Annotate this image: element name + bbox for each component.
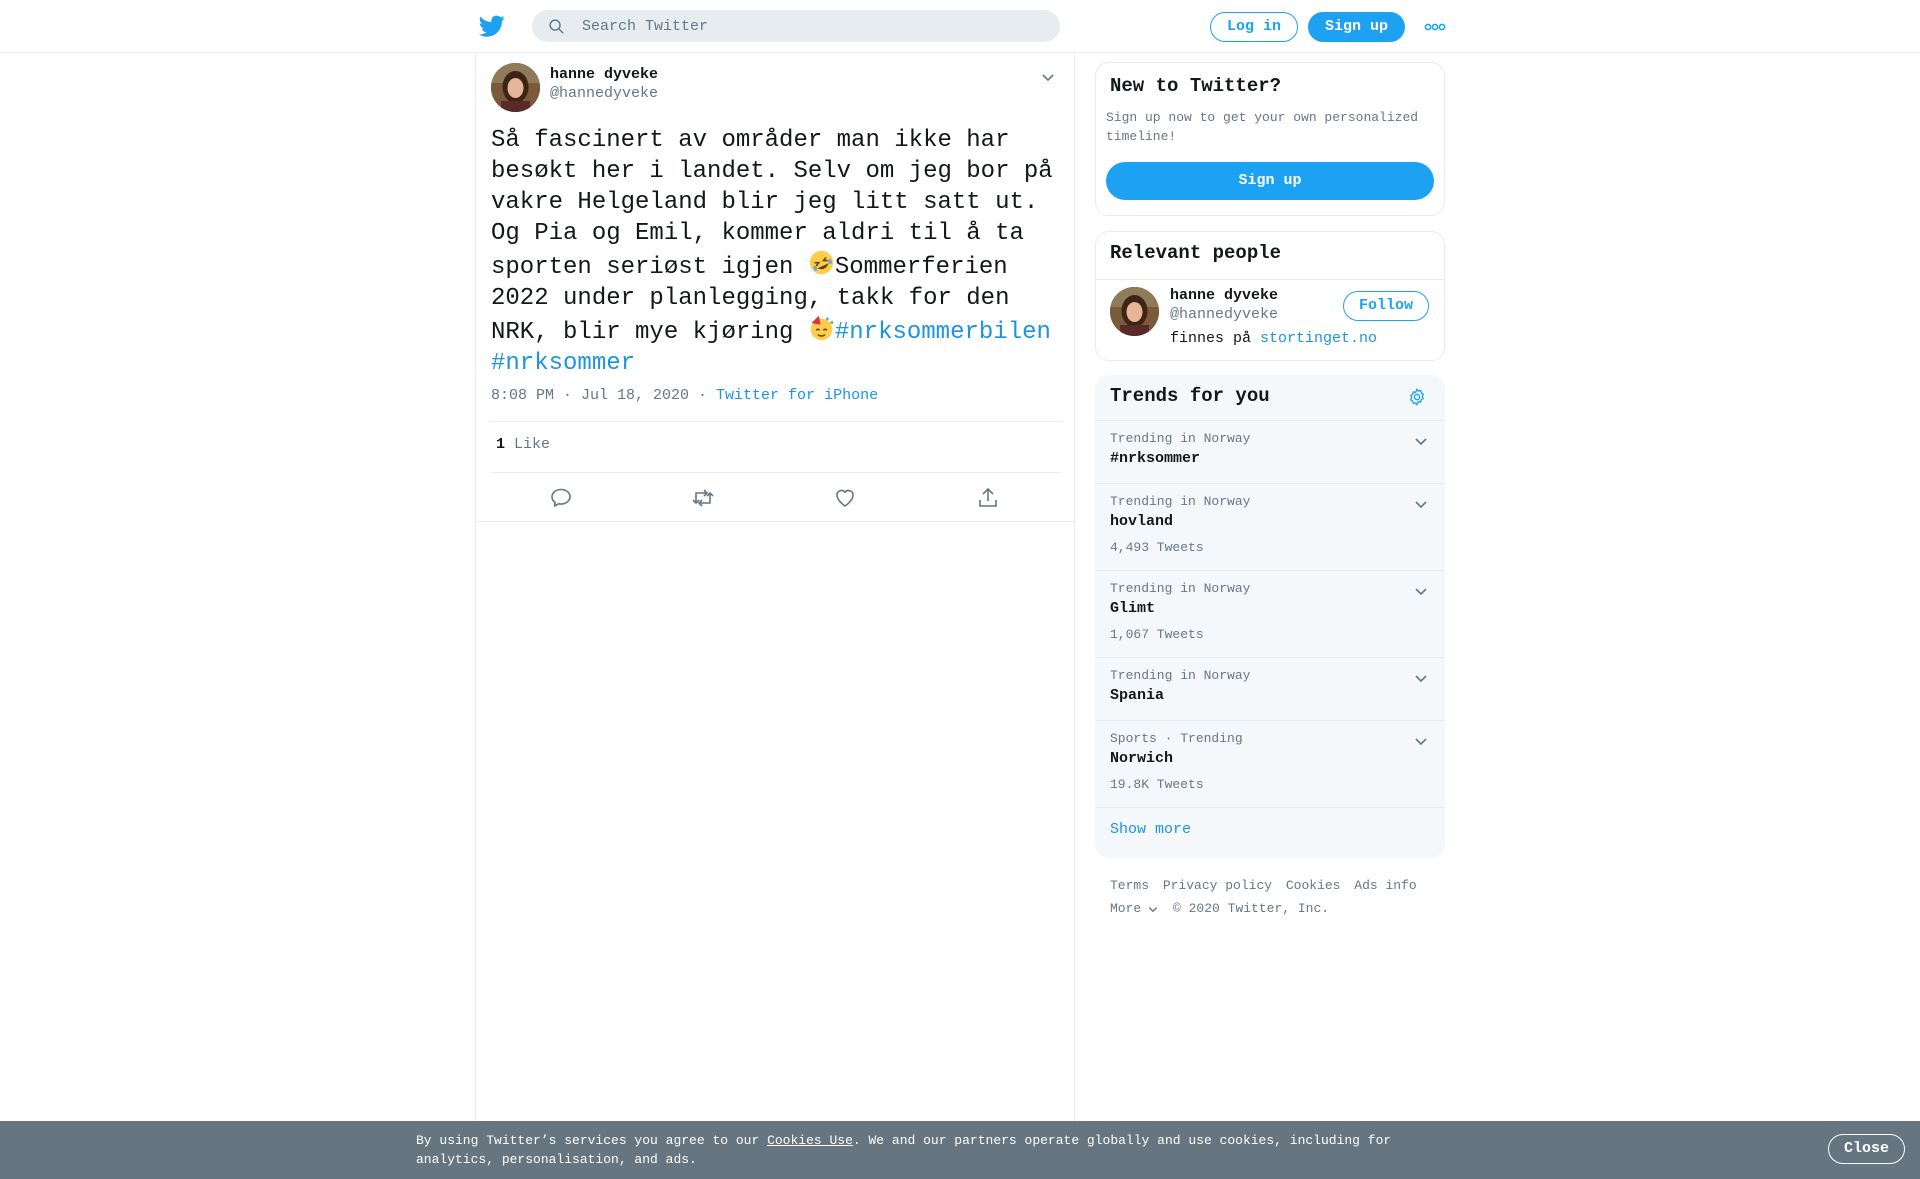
footer-terms-link[interactable]: Terms [1110, 878, 1149, 893]
trend-item[interactable]: Trending in Norway hovland 4,493 Tweets [1095, 483, 1445, 570]
follow-button[interactable]: Follow [1343, 291, 1429, 321]
trend-context: Trending in Norway [1110, 581, 1251, 596]
footer-privacy-link[interactable]: Privacy policy [1163, 878, 1272, 893]
search-icon [549, 19, 564, 34]
footer-more-menu[interactable]: More [1110, 901, 1159, 916]
chevron-down-icon [1148, 906, 1158, 912]
relevant-people-card: Relevant people hanne dyveke @hannedyvek… [1095, 231, 1445, 361]
card-title: New to Twitter? [1110, 75, 1282, 97]
reply-icon[interactable] [549, 486, 573, 510]
card-title: Relevant people [1110, 242, 1282, 264]
author-avatar[interactable] [491, 63, 540, 112]
new-to-twitter-card: New to Twitter? Sign up now to get your … [1095, 62, 1445, 216]
trend-context: Trending in Norway [1110, 431, 1251, 446]
footer-ads-info-link[interactable]: Ads info [1354, 878, 1416, 893]
cookies-use-link[interactable]: Cookies Use [767, 1133, 853, 1148]
rolling-on-floor-laughing-emoji-icon [809, 250, 834, 275]
tweet-text: Så fascinert av områder man ikke har bes… [491, 125, 1061, 379]
footer-copyright: © 2020 Twitter, Inc. [1173, 901, 1330, 916]
share-icon[interactable] [976, 486, 1000, 510]
hashtag-link[interactable]: #nrksommer [491, 350, 635, 377]
chevron-down-icon[interactable] [1413, 733, 1429, 749]
search-input[interactable] [582, 10, 1042, 42]
person-bio-text: finnes på [1170, 330, 1261, 347]
divider [476, 521, 1074, 522]
divider [1095, 807, 1445, 808]
divider [491, 472, 1061, 473]
trends-card: Trends for you Trending in Norway #nrkso… [1095, 375, 1445, 858]
person-bio: finnes på stortinget.no [1170, 330, 1377, 347]
trend-tweet-count: 19.8K Tweets [1110, 777, 1204, 792]
divider [1096, 279, 1444, 280]
card-title: Trends for you [1110, 385, 1270, 407]
login-button[interactable]: Log in [1210, 12, 1298, 42]
like-heart-icon[interactable] [833, 486, 857, 510]
like-count-number: 1 [496, 436, 506, 453]
cookie-consent-bar: By using Twitter’s services you agree to… [0, 1121, 1920, 1179]
footer-more-label: More [1110, 901, 1142, 916]
footer-cookies-link[interactable]: Cookies [1286, 878, 1341, 893]
partying-face-emoji-icon [810, 315, 834, 341]
chevron-down-icon[interactable] [1413, 433, 1429, 449]
top-navigation-bar: Log in Sign up [0, 0, 1920, 53]
show-more-link[interactable]: Show more [1110, 821, 1191, 838]
cookie-consent-text: By using Twitter’s services you agree to… [416, 1131, 1416, 1169]
retweet-icon[interactable] [691, 486, 715, 510]
trend-name: Glimt [1110, 600, 1156, 617]
tweet-timestamp[interactable]: 8:08 PM · Jul 18, 2020 · [491, 387, 716, 404]
like-count[interactable]: 1 Like [496, 436, 550, 453]
like-count-label: Like [505, 436, 551, 453]
settings-gear-icon[interactable] [1407, 387, 1427, 407]
chevron-down-icon[interactable] [1413, 670, 1429, 686]
author-name[interactable]: hanne dyveke [550, 66, 658, 83]
person-name[interactable]: hanne dyveke [1170, 287, 1278, 304]
signup-button[interactable]: Sign up [1106, 162, 1434, 200]
trend-context: Sports · Trending [1110, 731, 1243, 746]
cookie-close-button[interactable]: Close [1828, 1134, 1905, 1164]
tweet-metadata: 8:08 PM · Jul 18, 2020 · Twitter for iPh… [491, 387, 878, 404]
person-bio-link[interactable]: stortinget.no [1260, 330, 1377, 347]
more-options-icon[interactable] [1424, 22, 1446, 32]
chevron-down-icon[interactable] [1413, 496, 1429, 512]
trend-context: Trending in Norway [1110, 494, 1251, 509]
signup-button[interactable]: Sign up [1308, 12, 1405, 42]
person-avatar[interactable] [1110, 287, 1159, 336]
trend-tweet-count: 4,493 Tweets [1110, 540, 1204, 555]
chevron-down-icon[interactable] [1040, 69, 1056, 85]
trend-name: #nrksommer [1110, 450, 1201, 467]
trend-name: hovland [1110, 513, 1174, 530]
card-subtitle: Sign up now to get your own personalized… [1106, 110, 1419, 144]
hashtag-link[interactable]: #nrksommerbilen [835, 319, 1051, 346]
trend-name: Norwich [1110, 750, 1174, 767]
author-handle[interactable]: @hannedyveke [550, 85, 658, 102]
chevron-down-icon[interactable] [1413, 583, 1429, 599]
trend-item[interactable]: Trending in Norway #nrksommer [1095, 420, 1445, 483]
trend-name: Spania [1110, 687, 1165, 704]
person-handle[interactable]: @hannedyveke [1170, 306, 1278, 323]
trend-tweet-count: 1,067 Tweets [1110, 627, 1204, 642]
trend-item[interactable]: Trending in Norway Spania [1095, 657, 1445, 720]
search-box[interactable] [532, 10, 1060, 42]
trend-context: Trending in Norway [1110, 668, 1251, 683]
twitter-logo-icon[interactable] [478, 13, 506, 39]
trend-item[interactable]: Trending in Norway Glimt 1,067 Tweets [1095, 570, 1445, 657]
cookie-text-before: By using Twitter’s services you agree to… [416, 1133, 768, 1148]
footer-links: Terms Privacy policy Cookies Ads info Mo… [1110, 874, 1423, 920]
tweet-source-link[interactable]: Twitter for iPhone [716, 387, 878, 404]
trend-item[interactable]: Sports · Trending Norwich 19.8K Tweets [1095, 720, 1445, 807]
tweet-detail-column: hanne dyveke @hannedyveke Så fascinert a… [475, 53, 1075, 1179]
divider [491, 421, 1061, 422]
